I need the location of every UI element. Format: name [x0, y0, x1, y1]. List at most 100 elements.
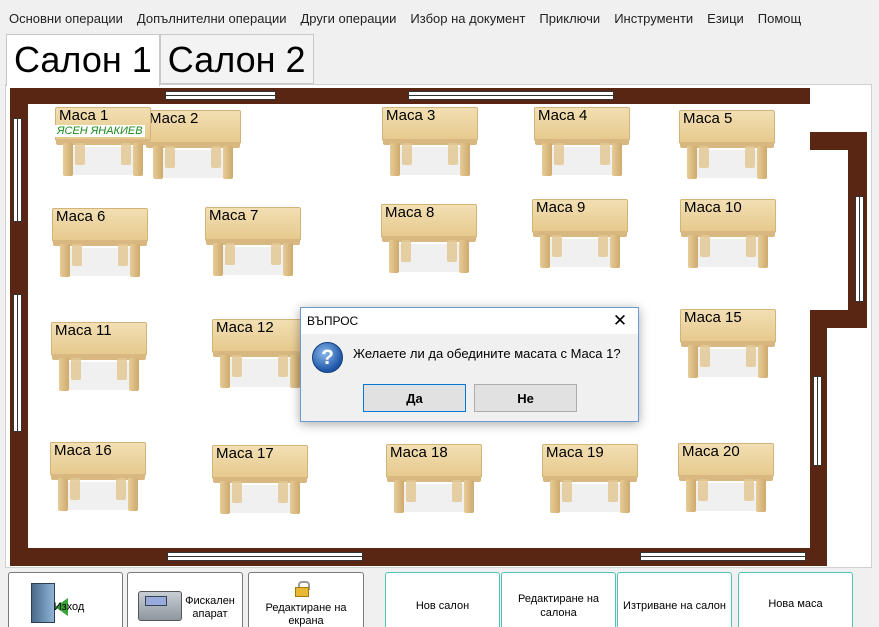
hall-tabs: Салон 1 Салон 2: [6, 34, 314, 86]
menu-bar: Основни операции Допълнителни операции Д…: [0, 8, 879, 30]
table-16[interactable]: Маса 16: [50, 442, 146, 514]
table-leg: [211, 146, 221, 168]
table-7[interactable]: Маса 7: [205, 207, 301, 279]
new-table-button[interactable]: Нова маса: [738, 572, 853, 627]
table-leg: [452, 480, 462, 502]
window: [13, 294, 22, 432]
table-8[interactable]: Маса 8: [381, 204, 477, 276]
yes-button[interactable]: Да: [363, 384, 466, 412]
new-table-label: Нова маса: [768, 598, 823, 610]
menu-additional-operations[interactable]: Допълнителни операции: [130, 8, 294, 30]
edit-hall-label-2: салона: [540, 607, 577, 619]
table-leg: [688, 235, 698, 268]
table-label: Маса 6: [56, 208, 106, 225]
table-leg: [459, 240, 469, 273]
table-leg: [401, 240, 411, 262]
floor: [800, 310, 810, 548]
new-hall-button[interactable]: Нов салон: [385, 572, 500, 627]
new-hall-label: Нов салон: [415, 600, 470, 612]
unlock-icon: [295, 581, 310, 597]
table-leg: [290, 481, 300, 514]
app-window: Основни операции Допълнителни операции Д…: [0, 0, 879, 627]
table-leg: [271, 243, 281, 265]
table-leg: [699, 146, 709, 168]
edit-screen-button[interactable]: Редактиране на екрана: [248, 572, 364, 627]
fiscal-button-label-1: Фискален: [185, 595, 235, 607]
table-leg: [232, 481, 242, 503]
table-leg: [165, 146, 175, 168]
table-9[interactable]: Маса 9: [532, 199, 628, 271]
fiscal-device-button[interactable]: Фискален апарат: [127, 572, 243, 627]
table-label: Маса 5: [683, 110, 733, 127]
menu-languages[interactable]: Езици: [700, 8, 751, 30]
window: [813, 376, 822, 466]
merge-tables-dialog: ВЪПРОС ✕ ? Желаете ли да обедините масат…: [300, 307, 639, 422]
table-leg: [70, 478, 80, 500]
close-icon[interactable]: ✕: [608, 308, 632, 334]
table-6[interactable]: Маса 6: [52, 208, 148, 280]
table-leg: [686, 479, 696, 512]
table-label: Маса 19: [546, 444, 604, 461]
table-label: Маса 10: [684, 199, 742, 216]
table-leg: [390, 143, 400, 176]
window: [408, 91, 614, 100]
table-10[interactable]: Маса 10: [680, 199, 776, 271]
table-leg: [746, 345, 756, 367]
table-18[interactable]: Маса 18: [386, 444, 482, 516]
table-19[interactable]: Маса 19: [542, 444, 638, 516]
table-leg: [220, 481, 230, 514]
table-17[interactable]: Маса 17: [212, 445, 308, 517]
delete-hall-button[interactable]: Изтриване на салон: [617, 572, 732, 627]
question-icon: ?: [312, 342, 343, 373]
tab-hall-1[interactable]: Салон 1: [6, 34, 160, 86]
edit-hall-button[interactable]: Редактиране на салона: [501, 572, 616, 627]
menu-close-day[interactable]: Приключи: [532, 8, 607, 30]
table-5[interactable]: Маса 5: [679, 110, 775, 182]
table-label: Маса 2: [149, 110, 199, 127]
table-leg: [552, 235, 562, 257]
no-button[interactable]: Не: [474, 384, 577, 412]
table-label: Маса 17: [216, 445, 274, 462]
table-label: Маса 3: [386, 107, 436, 124]
table-leg: [129, 358, 139, 391]
table-2[interactable]: Маса 2: [145, 110, 241, 182]
table-leg: [550, 480, 560, 513]
table-label: Маса 8: [385, 204, 435, 221]
table-leg: [118, 244, 128, 266]
table-leg: [59, 358, 69, 391]
table-leg: [116, 478, 126, 500]
exit-button[interactable]: Изход: [8, 572, 123, 627]
tab-hall-2[interactable]: Салон 2: [159, 34, 314, 84]
table-leg: [290, 355, 300, 388]
table-leg: [63, 143, 73, 176]
table-1[interactable]: Маса 1 ЯСЕН ЯНАКИЕВ: [55, 107, 151, 179]
table-leg: [744, 479, 754, 501]
edit-screen-label-1: Редактиране на: [265, 602, 347, 614]
menu-document-selection[interactable]: Избор на документ: [403, 8, 532, 30]
edit-screen-label-2: екрана: [288, 615, 324, 627]
table-leg: [389, 240, 399, 273]
table-leg: [283, 243, 293, 276]
table-leg: [756, 479, 766, 512]
table-leg: [620, 480, 630, 513]
table-leg: [133, 143, 143, 176]
dialog-message: Желаете ли да обедините масата с Маса 1?: [353, 346, 621, 361]
window: [165, 91, 276, 100]
table-label: Маса 7: [209, 207, 259, 224]
table-leg: [130, 244, 140, 277]
table-4[interactable]: Маса 4: [534, 107, 630, 179]
table-3[interactable]: Маса 3: [382, 107, 478, 179]
table-12[interactable]: Маса 12: [212, 319, 308, 391]
fiscal-button-label-2: апарат: [192, 608, 228, 620]
menu-help[interactable]: Помощ: [751, 8, 808, 30]
menu-tools[interactable]: Инструменти: [607, 8, 700, 30]
table-20[interactable]: Маса 20: [678, 443, 774, 515]
table-11[interactable]: Маса 11: [51, 322, 147, 394]
menu-basic-operations[interactable]: Основни операции: [0, 8, 130, 30]
table-leg: [60, 244, 70, 277]
table-15[interactable]: Маса 15: [680, 309, 776, 381]
table-label: Маса 9: [536, 199, 586, 216]
menu-other-operations[interactable]: Други операции: [293, 8, 403, 30]
table-label: Маса 12: [216, 319, 274, 336]
table-leg: [75, 143, 85, 165]
